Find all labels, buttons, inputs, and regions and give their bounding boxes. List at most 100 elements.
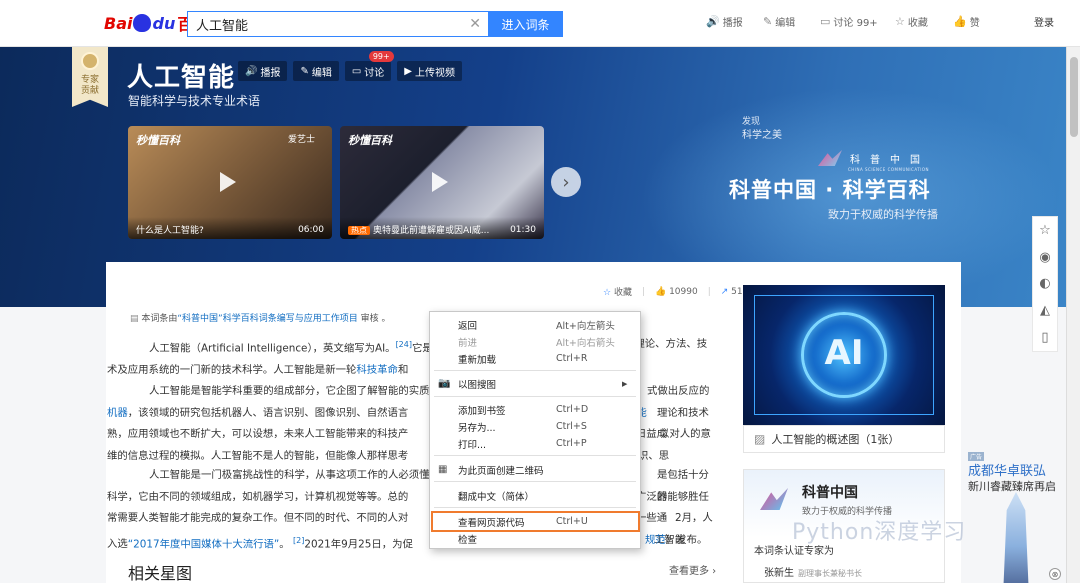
paw-icon bbox=[133, 14, 152, 32]
china-science-en: CHINA SCIENCE COMMUNICATION bbox=[848, 167, 930, 172]
entry-title: 人工智能 bbox=[127, 63, 236, 93]
menu-save-as[interactable]: 另存为... Ctrl+S bbox=[430, 418, 640, 435]
edit-button[interactable]: ✎ 编辑 bbox=[293, 61, 339, 81]
like-count: 10990 bbox=[669, 286, 698, 297]
next-video-button[interactable]: › bbox=[551, 167, 581, 197]
favorite-action[interactable]: ☆ 收藏 bbox=[603, 285, 632, 298]
search-input[interactable] bbox=[188, 12, 458, 36]
clear-icon[interactable]: ✕ bbox=[469, 16, 481, 32]
scrollbar-thumb[interactable] bbox=[1070, 57, 1078, 137]
video-brand: 秒懂百科 bbox=[348, 134, 392, 147]
video-card[interactable]: 秒懂百科 爱艺士 什么是人工智能? 06:00 bbox=[128, 126, 332, 239]
view-more-link[interactable]: 查看更多 › bbox=[669, 562, 716, 577]
ai-image-text: AI bbox=[824, 333, 864, 373]
entry-meta: ☆ 收藏 | 👍 10990 | ↗ 5144 bbox=[603, 285, 754, 299]
doc-icon: ▤ bbox=[130, 314, 142, 324]
star-icon: ☆ bbox=[603, 288, 614, 298]
buzzword-link[interactable]: “2017年度中国媒体十大流行语” bbox=[128, 538, 280, 550]
kp-expert[interactable]: 张新生 副理事长兼秘书长 bbox=[764, 564, 862, 579]
expert-contribution-badge[interactable]: 专家 贡献 bbox=[72, 47, 108, 107]
menu-forward[interactable]: 前进 Alt+向右箭头 bbox=[430, 333, 640, 350]
ai-overview-image[interactable]: AI bbox=[743, 285, 945, 425]
text: 人工智能（Artificial Intelligence），英文缩写为AI。 bbox=[149, 342, 396, 355]
divider: | bbox=[707, 286, 711, 297]
discover-sub: 科学之美 bbox=[742, 130, 782, 141]
star-icon[interactable]: ☆ bbox=[1039, 223, 1051, 238]
text: 式做出反应的 bbox=[647, 385, 710, 397]
expert-role: 副理事长兼秘书长 bbox=[798, 569, 862, 578]
menu-reload[interactable]: 重新加载 Ctrl+R bbox=[430, 350, 640, 367]
menu-view-source[interactable]: 查看网页源代码 Ctrl+U bbox=[431, 511, 640, 532]
menu-back[interactable]: 返回 Alt+向左箭头 bbox=[430, 316, 640, 333]
ad-title[interactable]: 成都华卓联弘 bbox=[968, 460, 1046, 479]
video-caption: 奥特曼此前遭解雇或因AI威... bbox=[373, 226, 490, 236]
menu-create-qr[interactable]: ▦ 为此页面创建二维码 bbox=[430, 461, 640, 478]
menu-shortcut: Ctrl+P bbox=[556, 438, 587, 449]
text: 人工智能是智能学科重要的组成部分，它企图了解智能的实质 bbox=[149, 385, 430, 397]
menu-shortcut: Alt+向左箭头 bbox=[556, 320, 615, 332]
upload-video-button[interactable]: ▶ 上传视频 bbox=[397, 61, 462, 81]
weibo-icon[interactable]: ◉ bbox=[1039, 250, 1050, 265]
text: 维的信息过程的模拟。人工智能不是人的智能，但能像人那样思考 bbox=[107, 449, 409, 462]
comment-icon: ▭ bbox=[820, 15, 831, 28]
china-science-cn: 科普中国 bbox=[850, 155, 930, 166]
close-icon[interactable]: ⊗ bbox=[1049, 568, 1061, 580]
scrollbar[interactable] bbox=[1066, 47, 1080, 583]
enter-entry-button[interactable]: 进入词条 bbox=[488, 11, 563, 37]
pencil-icon: ✎ bbox=[763, 15, 773, 28]
logo-du-text: du bbox=[152, 13, 176, 33]
menu-shortcut: Ctrl+U bbox=[556, 516, 588, 527]
hot-tag: 热点 bbox=[348, 226, 370, 235]
login-link[interactable]: 登录 bbox=[1034, 14, 1054, 29]
nav-broadcast[interactable]: 🔊 播报 bbox=[706, 14, 743, 29]
like-action[interactable]: 👍 10990 bbox=[655, 287, 698, 297]
entry-subtitle: 智能科学与技术专业术语 bbox=[128, 94, 261, 108]
ad-subtitle[interactable]: 新川睿藏臻席再启 bbox=[968, 478, 1056, 494]
qq-icon[interactable]: ◭ bbox=[1040, 303, 1050, 318]
play-icon[interactable] bbox=[432, 172, 448, 192]
menu-label: 返回 bbox=[458, 320, 478, 332]
nav-label: 播报 bbox=[722, 18, 743, 29]
text: 术及应用系统的一门新的技术科学。人工智能是新一轮 bbox=[107, 363, 357, 376]
text: 。 bbox=[279, 537, 290, 550]
menu-divider bbox=[434, 481, 636, 482]
video-card[interactable]: 秒懂百科 热点 奥特曼此前遭解雇或因AI威... 01:30 bbox=[340, 126, 544, 239]
citation-link[interactable]: [2] bbox=[293, 536, 304, 545]
norm-link[interactable]: 规范 bbox=[645, 534, 666, 546]
menu-image-search[interactable]: 📷 以图搜图 ▶ bbox=[430, 375, 640, 392]
text: 以对人的意识、思 bbox=[638, 428, 711, 462]
nav-discuss[interactable]: ▭ 讨论 99+ bbox=[820, 14, 878, 29]
nav-edit[interactable]: ✎ 编辑 bbox=[763, 14, 795, 29]
review-project-link[interactable]: “科普中国”科学百科词条编写与应用工作项目 bbox=[177, 314, 357, 324]
menu-inspect[interactable]: 检查 bbox=[430, 530, 640, 547]
menu-print[interactable]: 打印... Ctrl+P bbox=[430, 435, 640, 452]
menu-shortcut: Ctrl+R bbox=[556, 353, 588, 364]
ad-image[interactable] bbox=[1003, 492, 1029, 583]
menu-divider bbox=[434, 396, 636, 397]
wechat-icon[interactable]: ◐ bbox=[1039, 276, 1050, 291]
menu-translate[interactable]: 翻成中文（简体） bbox=[430, 487, 640, 504]
broadcast-button[interactable]: 🔊 播报 bbox=[238, 61, 288, 81]
search-box: ✕ bbox=[187, 11, 489, 37]
science-baike-sub: 致力于权威的科学传播 bbox=[828, 208, 938, 221]
caption-text: 人工智能的概述图（1张） bbox=[771, 433, 900, 446]
qr-code-icon: ▦ bbox=[438, 464, 448, 475]
menu-divider bbox=[434, 370, 636, 371]
menu-divider bbox=[434, 507, 636, 508]
album-caption[interactable]: ▨ 人工智能的概述图（1张） bbox=[743, 425, 945, 453]
nav-favorite[interactable]: ☆ 收藏 bbox=[895, 14, 928, 29]
text: 科学，它由不同的领域组成，如机器学习，计算机视觉等等。总的 bbox=[107, 490, 409, 503]
mobile-icon[interactable]: ▯ bbox=[1041, 330, 1048, 345]
nav-label: 赞 bbox=[969, 18, 980, 29]
pencil-icon: ✎ bbox=[300, 65, 309, 77]
machine-link[interactable]: 机器 bbox=[107, 407, 128, 419]
menu-shortcut: Ctrl+S bbox=[556, 421, 587, 432]
menu-label: 翻成中文（简体） bbox=[458, 491, 535, 503]
tech-revolution-link[interactable]: 科技革命 bbox=[356, 364, 398, 376]
play-icon[interactable] bbox=[220, 172, 236, 192]
nav-like[interactable]: 👍 赞 bbox=[953, 14, 980, 29]
citation-link[interactable]: [24] bbox=[396, 340, 412, 349]
menu-add-bookmark[interactable]: 添加到书签 Ctrl+D bbox=[430, 401, 640, 418]
discuss-button[interactable]: ▭ 讨论 99+ bbox=[344, 51, 394, 81]
menu-label: 检查 bbox=[458, 534, 478, 546]
